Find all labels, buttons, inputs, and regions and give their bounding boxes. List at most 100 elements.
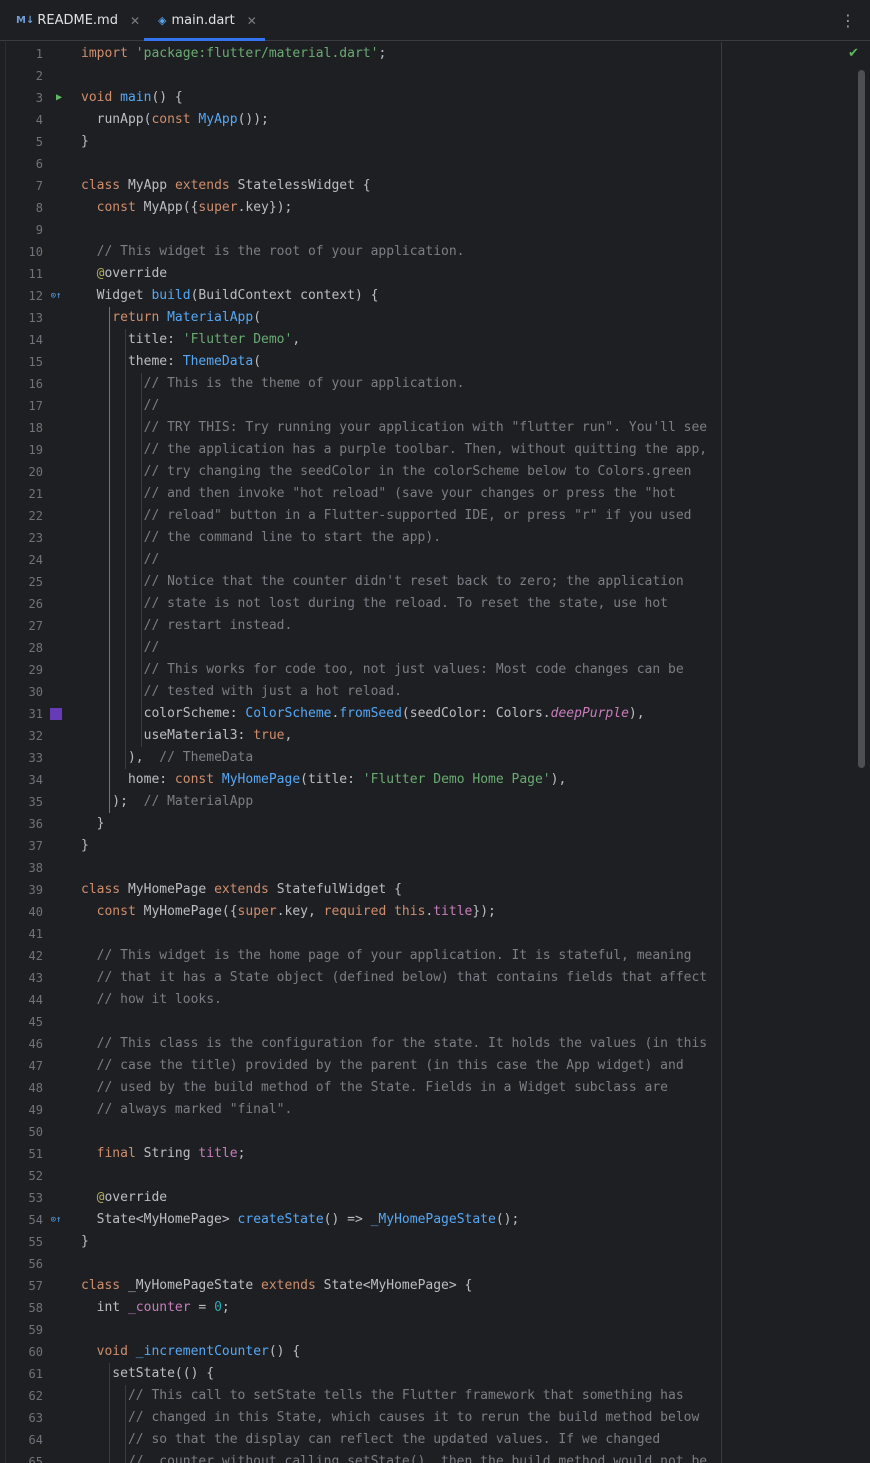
line-number[interactable]: 48 [0,1077,43,1099]
code-line[interactable]: 56 [0,1253,720,1275]
line-number[interactable]: 62 [0,1385,43,1407]
line-number[interactable]: 65 [0,1451,43,1463]
code-line[interactable]: 40 const MyHomePage({super.key, required… [0,901,720,923]
line-number[interactable]: 61 [0,1363,43,1385]
line-number[interactable]: 28 [0,637,43,659]
close-icon[interactable]: ✕ [247,14,257,28]
code-line[interactable]: 57 class _MyHomePageState extends State<M… [0,1275,720,1297]
code-line[interactable]: 12 ⊙↑ Widget build(BuildContext context) … [0,285,720,307]
code-line[interactable]: 59 [0,1319,720,1341]
close-icon[interactable]: ✕ [130,14,140,28]
line-number[interactable]: 54 [0,1209,43,1231]
line-number[interactable]: 51 [0,1143,43,1165]
code-line[interactable]: 15 theme: ThemeData( [0,351,720,373]
line-number[interactable]: 11 [0,263,43,285]
line-number[interactable]: 3 [0,87,43,109]
line-number[interactable]: 63 [0,1407,43,1429]
inspection-ok-icon[interactable]: ✔ [848,46,859,61]
code-line[interactable]: 64 // so that the display can reflect th… [0,1429,720,1451]
line-number[interactable]: 4 [0,109,43,131]
code-line[interactable]: 10 // This widget is the root of your ap… [0,241,720,263]
code-line[interactable]: 47 // case the title) provided by the pa… [0,1055,720,1077]
line-number[interactable]: 33 [0,747,43,769]
line-number[interactable]: 42 [0,945,43,967]
code-line[interactable]: 13 return MaterialApp( [0,307,720,329]
line-number[interactable]: 40 [0,901,43,923]
tab-main-dart[interactable]: ◈ main.dart ✕ [158,0,257,41]
code-line[interactable]: 6 [0,153,720,175]
line-number[interactable]: 55 [0,1231,43,1253]
code-line[interactable]: 51 final String title; [0,1143,720,1165]
code-line[interactable]: 55} [0,1231,720,1253]
code-line[interactable]: 22 // reload" button in a Flutter-suppor… [0,505,720,527]
code-line[interactable]: 27 // restart instead. [0,615,720,637]
code-line[interactable]: 52 [0,1165,720,1187]
code-line[interactable]: 60 void _incrementCounter() { [0,1341,720,1363]
line-number[interactable]: 53 [0,1187,43,1209]
line-number[interactable]: 57 [0,1275,43,1297]
line-number[interactable]: 7 [0,175,43,197]
code-line[interactable]: 25 // Notice that the counter didn't res… [0,571,720,593]
code-line[interactable]: 16 // This is the theme of your applicat… [0,373,720,395]
override-gutter-icon[interactable]: ⊙↑ [49,1209,63,1231]
code-line[interactable]: 38 [0,857,720,879]
line-number[interactable]: 29 [0,659,43,681]
code-line[interactable]: 58 int _counter = 0; [0,1297,720,1319]
line-number[interactable]: 10 [0,241,43,263]
line-number[interactable]: 52 [0,1165,43,1187]
line-number[interactable]: 36 [0,813,43,835]
code-line[interactable]: 11 @override [0,263,720,285]
code-line[interactable]: 8 const MyApp({super.key}); [0,197,720,219]
more-options-icon[interactable]: ⋮ [840,11,856,30]
override-gutter-icon[interactable]: ⊙↑ [49,285,63,307]
vertical-scrollbar[interactable] [858,70,865,768]
line-number[interactable]: 44 [0,989,43,1011]
line-number[interactable]: 39 [0,879,43,901]
line-number[interactable]: 14 [0,329,43,351]
code-line[interactable]: 3 ▶▶ void main() { [0,87,720,109]
line-number[interactable]: 13 [0,307,43,329]
line-number[interactable]: 56 [0,1253,43,1275]
line-number[interactable]: 59 [0,1319,43,1341]
line-number[interactable]: 26 [0,593,43,615]
code-line[interactable]: 31 colorScheme: ColorScheme.fromSeed(see… [0,703,720,725]
code-line[interactable]: 36 } [0,813,720,835]
code-line[interactable]: 20 // try changing the seedColor in the … [0,461,720,483]
line-number[interactable]: 60 [0,1341,43,1363]
tab-readme[interactable]: M↓ README.md ✕ [16,0,140,41]
code-line[interactable]: 26 // state is not lost during the reloa… [0,593,720,615]
code-line[interactable]: 21 // and then invoke "hot reload" (save… [0,483,720,505]
line-number[interactable]: 1 [0,43,43,65]
code-line[interactable]: 17 // [0,395,720,417]
line-number[interactable]: 9 [0,219,43,241]
code-line[interactable]: 54 ⊙↑ State<MyHomePage> createState() => … [0,1209,720,1231]
code-line[interactable]: 45 [0,1011,720,1033]
line-number[interactable]: 6 [0,153,43,175]
code-line[interactable]: 39 class MyHomePage extends StatefulWidge… [0,879,720,901]
line-number[interactable]: 24 [0,549,43,571]
line-number[interactable]: 17 [0,395,43,417]
code-line[interactable]: 62 // This call to setState tells the Fl… [0,1385,720,1407]
line-number[interactable]: 15 [0,351,43,373]
code-line[interactable]: 34 home: const MyHomePage(title: 'Flutte… [0,769,720,791]
line-number[interactable]: 50 [0,1121,43,1143]
line-number[interactable]: 19 [0,439,43,461]
code-line[interactable]: 50 [0,1121,720,1143]
line-number[interactable]: 37 [0,835,43,857]
code-line[interactable]: 48 // used by the build method of the St… [0,1077,720,1099]
line-number[interactable]: 20 [0,461,43,483]
line-number[interactable]: 38 [0,857,43,879]
line-number[interactable]: 18 [0,417,43,439]
code-line[interactable]: 1 import 'package:flutter/material.dart'; [0,43,720,65]
run-gutter-icon[interactable]: ▶▶ [49,87,63,109]
code-line[interactable]: 44 // how it looks. [0,989,720,1011]
color-swatch-icon[interactable] [49,703,63,725]
line-number[interactable]: 8 [0,197,43,219]
code-line[interactable]: 53 @override [0,1187,720,1209]
line-number[interactable]: 31 [0,703,43,725]
line-number[interactable]: 41 [0,923,43,945]
code-line[interactable]: 41 [0,923,720,945]
code-line[interactable]: 65 // _counter without calling setState(… [0,1451,720,1463]
line-number[interactable]: 23 [0,527,43,549]
line-number[interactable]: 35 [0,791,43,813]
